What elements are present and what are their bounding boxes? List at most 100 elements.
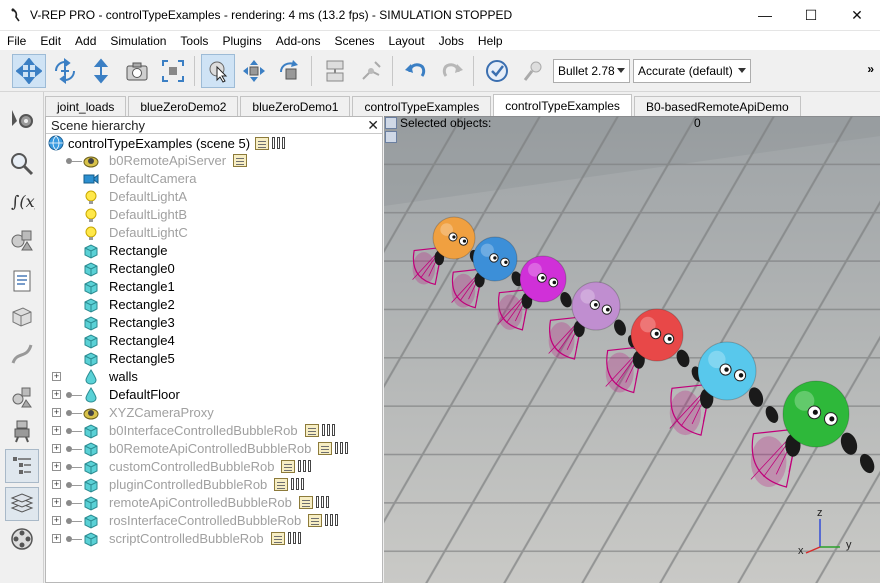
customization-icon[interactable] <box>325 514 339 526</box>
script-icon[interactable] <box>281 460 295 473</box>
script-icon[interactable] <box>318 442 332 455</box>
script-icon[interactable] <box>305 424 319 437</box>
customization-icon[interactable] <box>298 460 312 472</box>
tab-controltypeexamples-active[interactable]: controlTypeExamples <box>493 94 632 116</box>
collections-icon[interactable] <box>5 224 39 258</box>
redo-icon[interactable] <box>435 54 469 88</box>
menu-plugins[interactable]: Plugins <box>215 34 268 48</box>
script-icon[interactable] <box>255 136 270 150</box>
tree-item-b0-interface-bubblerob[interactable]: + b0InterfaceControlledBubbleRob <box>46 422 382 440</box>
tree-item-remote-api-bubblerob[interactable]: + remoteApiControlledBubbleRob <box>46 494 382 512</box>
expand-toggle-icon[interactable]: + <box>52 426 61 435</box>
menu-simulation[interactable]: Simulation <box>103 34 173 48</box>
menu-add[interactable]: Add <box>68 34 103 48</box>
shape-edit-icon[interactable] <box>5 300 39 334</box>
path-edit-icon[interactable] <box>5 337 39 371</box>
tree-item-rectangle[interactable]: Rectangle <box>46 242 382 260</box>
tree-item-plugin-bubblerob[interactable]: + pluginControlledBubbleRob <box>46 476 382 494</box>
expand-toggle-icon[interactable]: + <box>52 516 61 525</box>
tree-item-rectangle1[interactable]: Rectangle1 <box>46 278 382 296</box>
zoom-icon[interactable] <box>5 147 39 181</box>
tab-joint-loads[interactable]: joint_loads <box>45 96 127 116</box>
realtime-icon[interactable] <box>516 54 550 88</box>
tree-item-default-floor[interactable]: + DefaultFloor <box>46 386 382 404</box>
customization-icon[interactable] <box>335 442 349 454</box>
video-recorder-icon[interactable] <box>5 522 39 556</box>
robot-model-icon[interactable] <box>5 414 39 448</box>
camera-shift-icon[interactable] <box>84 54 118 88</box>
tree-item-xyz-camera-proxy[interactable]: + XYZCameraProxy <box>46 404 382 422</box>
camera-pan-icon[interactable] <box>12 53 46 88</box>
accuracy-select[interactable]: Accurate (default) <box>633 58 751 83</box>
script-icon[interactable] <box>271 532 285 545</box>
tab-bluezerodemo1[interactable]: blueZeroDemo1 <box>240 96 351 116</box>
expand-toggle-icon[interactable]: + <box>52 372 61 381</box>
menu-help[interactable]: Help <box>471 34 510 48</box>
script-icon[interactable] <box>308 514 322 527</box>
object-rotate-icon[interactable] <box>273 54 307 88</box>
expand-toggle-icon[interactable]: + <box>52 498 61 507</box>
tree-item-rectangle5[interactable]: Rectangle5 <box>46 350 382 368</box>
transfer-dna-icon[interactable] <box>354 54 388 88</box>
menu-jobs[interactable]: Jobs <box>432 34 471 48</box>
toolbar-overflow-button[interactable]: » <box>867 62 874 76</box>
tree-item-rectangle2[interactable]: Rectangle2 <box>46 296 382 314</box>
tree-item-ros-interface-bubblerob[interactable]: + rosInterfaceControlledBubbleRob <box>46 512 382 530</box>
tree-item-custom-bubblerob[interactable]: + customControlledBubbleRob <box>46 458 382 476</box>
expand-toggle-icon[interactable]: + <box>52 390 61 399</box>
menu-scenes[interactable]: Scenes <box>328 34 382 48</box>
scene-hierarchy-toggle-icon[interactable] <box>5 449 39 483</box>
script-icon[interactable] <box>233 154 247 167</box>
simulation-settings-icon[interactable] <box>5 102 39 136</box>
menu-file[interactable]: File <box>0 34 33 48</box>
customization-icon[interactable] <box>316 496 330 508</box>
tree-item-default-light-c[interactable]: DefaultLightC <box>46 224 382 242</box>
tab-bluezerodemo2[interactable]: blueZeroDemo2 <box>128 96 239 116</box>
camera-angle-icon[interactable] <box>120 54 154 88</box>
menu-tools[interactable]: Tools <box>173 34 215 48</box>
tree-item-default-light-a[interactable]: DefaultLightA <box>46 188 382 206</box>
tree-item-script-bubblerob[interactable]: + scriptControlledBubbleRob <box>46 530 382 548</box>
model-browser-icon[interactable] <box>5 380 39 414</box>
maximize-button[interactable]: ☐ <box>788 0 834 31</box>
tab-controltypeexamples[interactable]: controlTypeExamples <box>352 96 492 116</box>
3d-viewport[interactable]: Selected objects: 0 z y x <box>384 116 880 583</box>
undo-icon[interactable] <box>399 54 433 88</box>
tree-item-rectangle4[interactable]: Rectangle4 <box>46 332 382 350</box>
expand-toggle-icon[interactable]: + <box>52 462 61 471</box>
script-icon[interactable] <box>274 478 288 491</box>
customization-icon[interactable] <box>288 532 302 544</box>
tree-item-default-camera[interactable]: DefaultCamera <box>46 170 382 188</box>
tree-item-b0-remote-api-server[interactable]: b0RemoteApiServer <box>46 152 382 170</box>
expand-toggle-icon[interactable]: + <box>52 444 61 453</box>
tree-item-rectangle3[interactable]: Rectangle3 <box>46 314 382 332</box>
assemble-icon[interactable] <box>318 54 352 88</box>
close-panel-button[interactable]: ✕ <box>367 117 379 134</box>
click-select-icon[interactable] <box>201 53 235 88</box>
tree-root-row[interactable]: controlTypeExamples (scene 5) <box>48 134 286 152</box>
expand-toggle-icon[interactable]: + <box>52 408 61 417</box>
minimize-button[interactable]: — <box>742 0 788 31</box>
customization-icon[interactable] <box>272 137 286 149</box>
verify-icon[interactable] <box>480 54 514 88</box>
menu-layout[interactable]: Layout <box>382 34 432 48</box>
customization-icon[interactable] <box>291 478 305 490</box>
toggle-box-icon[interactable] <box>385 117 397 129</box>
toggle-box-icon[interactable] <box>385 131 397 143</box>
customization-icon[interactable] <box>322 424 336 436</box>
tree-item-rectangle0[interactable]: Rectangle0 <box>46 260 382 278</box>
tree-item-walls[interactable]: + walls <box>46 368 382 386</box>
calculation-modules-icon[interactable]: ∫(x) <box>5 184 39 218</box>
fit-to-view-icon[interactable] <box>156 54 190 88</box>
physics-engine-select[interactable]: Bullet 2.78 <box>553 58 630 83</box>
expand-toggle-icon[interactable]: + <box>52 534 61 543</box>
layers-icon[interactable] <box>5 487 39 521</box>
menu-addons[interactable]: Add-ons <box>269 34 328 48</box>
close-button[interactable]: ✕ <box>834 0 880 31</box>
tree-item-b0-remote-api-bubblerob[interactable]: + b0RemoteApiControlledBubbleRob <box>46 440 382 458</box>
scripts-icon[interactable] <box>5 264 39 298</box>
menu-edit[interactable]: Edit <box>33 34 68 48</box>
object-shift-icon[interactable] <box>237 54 271 88</box>
tab-b0-basedremoteapidemo[interactable]: B0-basedRemoteApiDemo <box>633 96 801 116</box>
camera-rotate-icon[interactable] <box>48 54 82 88</box>
